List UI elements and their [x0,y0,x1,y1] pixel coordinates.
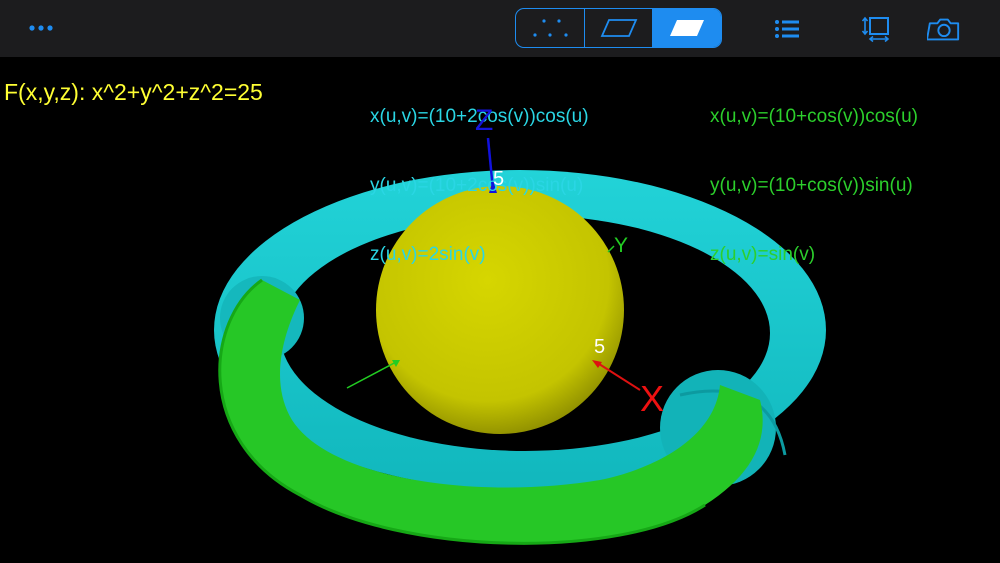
implicit-equation: F(x,y,z): x^2+y^2+z^2=25 [4,79,263,105]
toolbar [0,0,1000,57]
list-button[interactable] [770,12,804,46]
parallelogram-filled-icon [670,20,705,36]
param2-y: y(u,v)=(10+cos(v))sin(u) [710,175,913,196]
surface-mode-segment[interactable] [653,9,721,47]
camera-icon [927,18,960,41]
wireframe-mode-segment[interactable] [585,9,654,47]
points-mode-segment[interactable] [516,9,585,47]
y-axis-label: Y [614,234,629,257]
x-axis-label: X [640,378,665,419]
parametric-equation-2: x(u,v)=(10+cos(v))cos(u) y(u,v)=(10+cos(… [710,59,918,289]
list-icon [775,20,799,38]
resize-frame-icon [861,16,890,43]
camera-button[interactable] [927,12,961,46]
z-axis-label: Z [475,104,494,137]
z-tick-label: 5 [493,168,505,190]
more-horizontal-icon [29,25,53,31]
x-tick-label: 5 [594,336,606,358]
dots-icon [533,19,568,37]
parametric-equation-1: x(u,v)=(10+2cos(v))cos(u) y(u,v)=(10+2co… [370,59,589,289]
param2-z: z(u,v)=sin(v) [710,244,816,265]
param1-y: y(u,v)=(10+2cos(v))sin(u) [370,175,584,196]
more-button[interactable] [26,16,56,40]
resize-frame-button[interactable] [859,12,893,46]
param2-x: x(u,v)=(10+cos(v))cos(u) [710,106,918,127]
parallelogram-outline-icon [600,19,637,37]
render-mode-segmented-control [515,8,722,48]
param1-z: z(u,v)=2sin(v) [370,244,486,265]
